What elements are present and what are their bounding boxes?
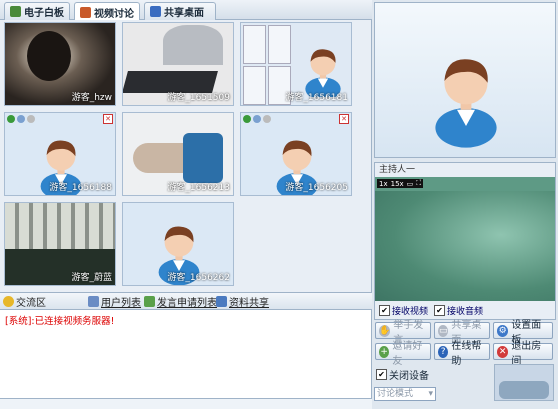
nested-screen	[243, 25, 291, 105]
help-icon: ?	[438, 345, 449, 358]
participant-name: 游客_1656188	[49, 183, 112, 193]
avatar-icon	[297, 37, 349, 97]
button-label: 退出房间	[511, 340, 542, 367]
video-toolbar: ✕	[5, 113, 115, 124]
host-title: 主持人一	[375, 163, 555, 177]
mode-select-value: 讨论模式	[377, 389, 414, 399]
checkbox-checked-icon: ✔	[379, 304, 390, 316]
request-icon	[144, 295, 155, 307]
participant-name: 游客_1656181	[285, 93, 348, 103]
chat-toolbar: 交流区 用户列表 发言申请列表 资料共享	[0, 292, 372, 310]
close-icon[interactable]: ✕	[103, 114, 113, 124]
settings-icon[interactable]	[27, 114, 35, 123]
mode-select[interactable]: 讨论模式 ▾	[374, 387, 436, 401]
video-cell[interactable]: 游客_hzw	[4, 22, 116, 106]
speaker-icon[interactable]	[17, 114, 25, 123]
exit-room-button[interactable]: ✕ 退出房间	[493, 341, 553, 367]
chevron-down-icon: ▾	[428, 389, 433, 399]
user-list-tab[interactable]: 用户列表	[88, 294, 141, 309]
video-cell[interactable]: ✕ 游客_1656205	[240, 112, 352, 196]
video-cell[interactable]: 游客_1656213	[122, 112, 234, 196]
zoom-15x-button[interactable]: 15x	[391, 180, 404, 188]
host-video-panel: 主持人一 1x 15x ▭ ⛶ ✔ 接收视频 ✔ 接收音频	[374, 162, 556, 320]
button-label: 邀请好友	[392, 340, 423, 367]
users-icon	[88, 295, 99, 307]
video-grid: 游客_hzw 游客_1651509 游客_1656181 ✕ 游客_165618…	[0, 20, 372, 292]
tab-whiteboard[interactable]: 电子白板	[4, 2, 70, 20]
tab-label: 电子白板	[24, 8, 64, 19]
tab-video-discussion[interactable]: 视频讨论	[74, 2, 140, 21]
invite-friends-button[interactable]: + 邀请好友	[375, 341, 431, 367]
refresh-icon[interactable]	[7, 114, 15, 123]
chat-input[interactable]	[0, 398, 372, 409]
file-share-tab[interactable]: 资料共享	[216, 294, 269, 309]
video-cell[interactable]: ✕ 游客_1656188	[4, 112, 116, 196]
participant-name: 游客_蔚蓝	[71, 273, 112, 283]
video-cell[interactable]: 游客_蔚蓝	[4, 202, 116, 286]
window-mode-button[interactable]: ▭	[407, 180, 414, 188]
camera-feed-window	[5, 203, 115, 249]
camera-feed-object	[183, 133, 223, 183]
main-video[interactable]	[374, 2, 556, 158]
video-discussion-icon	[80, 6, 91, 18]
refresh-icon[interactable]	[243, 114, 251, 123]
tab-label: 发言申请列表	[157, 297, 217, 309]
close-icon[interactable]: ✕	[339, 114, 349, 124]
participant-name: 游客_1656213	[167, 183, 230, 193]
system-message: [系统]:已连接视频务服器!	[5, 316, 115, 327]
avatar-icon	[421, 27, 511, 153]
host-camera-feed	[375, 191, 555, 301]
participant-name: 游客_1656205	[285, 183, 348, 193]
folder-icon	[216, 295, 227, 307]
tab-label: 共享桌面	[164, 8, 204, 19]
video-cell[interactable]: 游客_1656181	[240, 22, 352, 106]
zoom-1x-button[interactable]: 1x	[379, 180, 388, 188]
chat-log: [系统]:已连接视频务服器!	[0, 310, 372, 398]
tab-bar: 电子白板 视频讨论 共享桌面	[0, 0, 372, 21]
tab-label: 用户列表	[101, 297, 141, 309]
self-camera-preview[interactable]	[494, 364, 554, 401]
tab-share-desktop[interactable]: 共享桌面	[144, 2, 216, 20]
whiteboard-icon	[10, 6, 21, 17]
tab-label: 视频讨论	[94, 8, 134, 20]
camera-feed	[499, 381, 549, 399]
camera-feed-person	[163, 25, 223, 65]
checkbox-checked-icon: ✔	[434, 304, 446, 316]
settings-icon[interactable]	[263, 114, 271, 123]
exit-icon: ✕	[497, 345, 509, 358]
checkbox-checked-icon: ✔	[376, 369, 387, 380]
video-cell[interactable]: 游客_1651509	[122, 22, 234, 106]
video-cell[interactable]: 游客_1656262	[122, 202, 234, 286]
camera-feed-person	[27, 31, 71, 81]
participant-name: 游客_hzw	[71, 93, 112, 103]
close-device-label: 关闭设备	[389, 371, 429, 382]
tab-label: 交流区	[16, 297, 46, 309]
gear-icon: ⚙	[497, 324, 509, 337]
video-toolbar: ✕	[241, 113, 351, 124]
hand-icon: ✋	[379, 324, 391, 337]
speak-requests-tab[interactable]: 发言申请列表	[144, 294, 217, 309]
online-help-button[interactable]: ? 在线帮助	[434, 341, 490, 367]
exchange-area-tab[interactable]: 交流区	[3, 294, 46, 309]
invite-icon: +	[379, 345, 390, 358]
button-label: 在线帮助	[451, 340, 482, 367]
host-video-toolbar: 1x 15x ▭ ⛶	[377, 179, 424, 188]
chat-icon	[3, 295, 14, 307]
participant-name: 游客_1656262	[167, 273, 230, 283]
participant-name: 游客_1651509	[167, 93, 230, 103]
fullscreen-button[interactable]: ⛶	[416, 179, 421, 188]
desktop-icon	[150, 6, 161, 17]
speaker-icon[interactable]	[253, 114, 261, 123]
close-device-checkbox[interactable]: ✔ 关闭设备	[376, 367, 429, 382]
tab-label: 资料共享	[229, 297, 269, 309]
desktop-icon: ▭	[438, 324, 449, 337]
